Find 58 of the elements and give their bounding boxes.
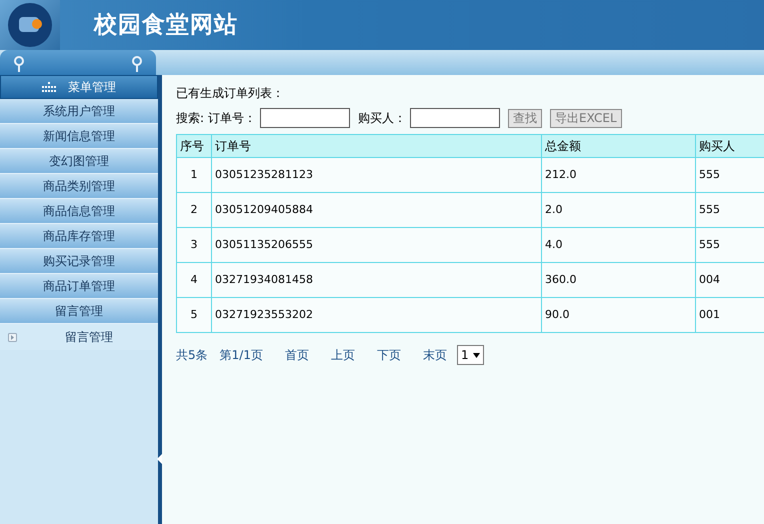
menu-header: 菜单管理: [0, 75, 158, 99]
column-header: 订单号: [212, 134, 542, 158]
table-cell: 03051235281123: [212, 158, 542, 192]
table-cell: 90.0: [542, 298, 696, 332]
action-button[interactable]: 导出EXCEL: [550, 108, 622, 128]
pager-link[interactable]: 上页: [330, 346, 355, 364]
table-cell: 03271923553202: [212, 298, 542, 332]
dropdown-arrow-icon: [472, 352, 480, 358]
table-cell: 03051135206555: [212, 228, 542, 262]
bullet-icon: [8, 332, 17, 342]
pager-link[interactable]: 首页: [284, 346, 309, 364]
column-header: 序号: [176, 134, 212, 158]
ring-icon: [14, 56, 24, 72]
column-header: 购买人: [696, 134, 764, 158]
sidebar-item[interactable]: 购买记录管理: [0, 249, 158, 274]
input-field[interactable]: [410, 108, 500, 128]
table-cell: 2.0: [542, 192, 696, 228]
page-select[interactable]: 1: [456, 345, 484, 365]
logo-icon: [7, 2, 53, 48]
collapse-arrow-icon[interactable]: [157, 454, 162, 464]
table-cell: 555: [696, 158, 764, 192]
input-field[interactable]: [260, 108, 350, 128]
table-cell: 004: [696, 262, 764, 298]
record-count: 共5条: [176, 347, 208, 364]
action-button[interactable]: 查找: [508, 108, 542, 128]
sidebar-item[interactable]: 商品订单管理: [0, 274, 158, 299]
sidebar-link[interactable]: 留言管理: [0, 324, 158, 350]
table-cell: 03271934081458: [212, 262, 542, 298]
search-label: 搜索:: [176, 110, 204, 127]
table-cell: 3: [176, 228, 212, 262]
sidebar-item[interactable]: 系统用户管理: [0, 99, 158, 124]
table-cell: 5: [176, 298, 212, 332]
grid-icon: [42, 82, 56, 92]
sidebar-item[interactable]: 商品类别管理: [0, 174, 158, 199]
sidebar-item[interactable]: 留言管理: [0, 299, 158, 324]
sidebar-item[interactable]: 商品库存管理: [0, 224, 158, 249]
sidebar-item[interactable]: 商品信息管理: [0, 199, 158, 224]
table-cell: 212.0: [542, 158, 696, 192]
ring-icon: [132, 56, 142, 72]
column-header: 总金额: [542, 134, 696, 158]
page-heading: 已有生成订单列表：: [176, 85, 285, 102]
table-cell: 555: [696, 228, 764, 262]
table-cell: 03051209405884: [212, 192, 542, 228]
table-cell: 4.0: [542, 228, 696, 262]
site-title: 校园食堂网站: [94, 10, 238, 40]
table-cell: 001: [696, 298, 764, 332]
table-cell: 2: [176, 192, 212, 228]
field-label: 订单号：: [208, 110, 256, 127]
table-cell: 1: [176, 158, 212, 192]
table-cell: 360.0: [542, 262, 696, 298]
pager-link[interactable]: 下页: [376, 346, 401, 364]
field-label: 购买人：: [358, 110, 406, 127]
pager-link[interactable]: 末页: [422, 346, 447, 364]
page-indicator: 第1/1页: [220, 347, 263, 364]
sidebar-item[interactable]: 变幻图管理: [0, 149, 158, 174]
table-cell: 4: [176, 262, 212, 298]
sidebar-item[interactable]: 新闻信息管理: [0, 124, 158, 149]
table-cell: 555: [696, 192, 764, 228]
